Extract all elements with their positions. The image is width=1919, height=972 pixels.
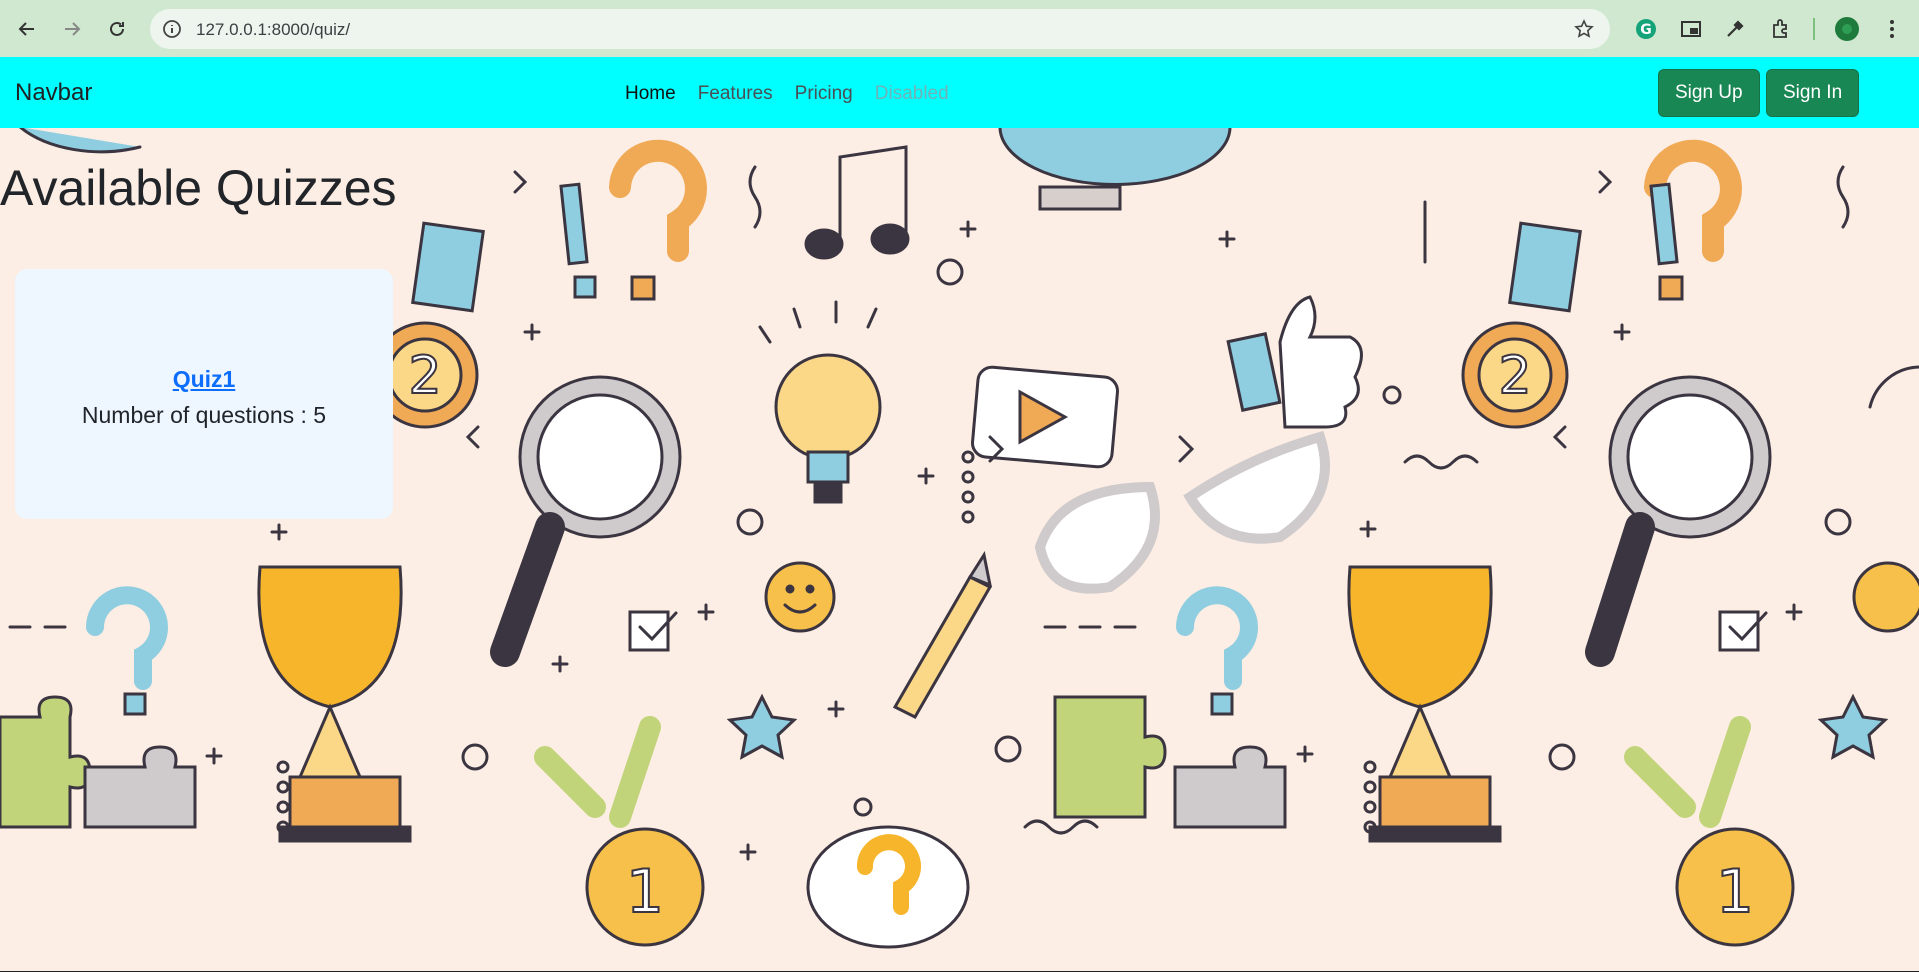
address-bar[interactable]: 127.0.0.1:8000/quiz/	[150, 9, 1610, 49]
extensions-icon[interactable]	[1766, 14, 1796, 44]
navbar-brand[interactable]: Navbar	[15, 79, 92, 107]
reload-icon[interactable]	[100, 12, 134, 46]
bookmark-star-icon[interactable]	[1572, 17, 1596, 41]
profile-avatar[interactable]	[1832, 14, 1862, 44]
menu-kebab-icon[interactable]	[1877, 14, 1907, 44]
svg-text:2: 2	[408, 346, 441, 406]
eyedropper-icon[interactable]	[1720, 14, 1750, 44]
url-text[interactable]: 127.0.0.1:8000/quiz/	[196, 20, 350, 40]
page-title: Available Quizzes	[0, 160, 397, 216]
toolbar-divider	[1813, 18, 1815, 40]
nav-links: Home Features Pricing Disabled	[625, 83, 949, 105]
quiz-card: Quiz1 Number of questions : 5	[15, 269, 393, 519]
browser-toolbar: 127.0.0.1:8000/quiz/ G	[0, 0, 1919, 57]
site-info-icon[interactable]	[160, 17, 184, 41]
picture-in-picture-icon[interactable]	[1676, 14, 1706, 44]
doodle-background: 2 2 1 1	[0, 127, 1919, 949]
back-icon[interactable]	[10, 12, 44, 46]
nav-home[interactable]: Home	[625, 83, 676, 105]
sign-up-button[interactable]: Sign Up	[1658, 69, 1760, 117]
site-navbar: Navbar Home Features Pricing Disabled Si…	[0, 57, 1919, 128]
page-content: 2 2 1 1 Navbar Home Features Pricing Dis…	[0, 57, 1919, 971]
sign-in-button[interactable]: Sign In	[1766, 69, 1860, 117]
nav-disabled: Disabled	[874, 83, 949, 104]
nav-pricing[interactable]: Pricing	[795, 83, 853, 105]
svg-text:1: 1	[626, 857, 664, 927]
svg-text:G: G	[1640, 22, 1652, 38]
svg-text:2: 2	[1498, 346, 1531, 406]
nav-features[interactable]: Features	[698, 83, 773, 105]
grammarly-icon[interactable]: G	[1631, 14, 1661, 44]
svg-text:1: 1	[1716, 857, 1754, 927]
forward-icon[interactable]	[55, 12, 89, 46]
question-count: Number of questions : 5	[81, 402, 327, 428]
quiz-link[interactable]: Quiz1	[15, 366, 393, 393]
